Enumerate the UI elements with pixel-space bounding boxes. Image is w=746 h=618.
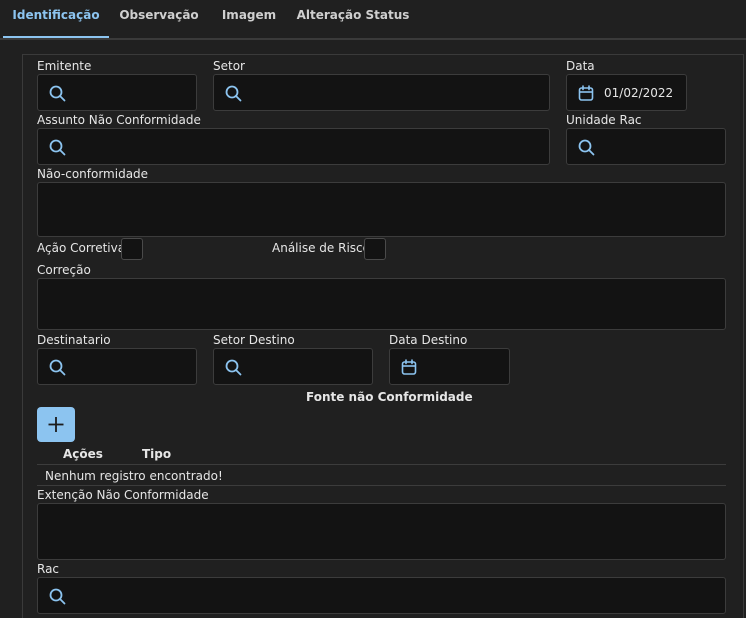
unidade-rac-field[interactable]: [566, 128, 726, 165]
setor-field[interactable]: [213, 74, 550, 111]
calendar-icon[interactable]: [577, 84, 595, 102]
fonte-title: Fonte não Conformidade: [306, 390, 473, 404]
rac-field[interactable]: [37, 577, 726, 614]
data-label: Data: [566, 59, 595, 73]
tab-alteracao-status[interactable]: Alteração Status: [296, 0, 410, 36]
data-field[interactable]: 01/02/2022: [566, 74, 687, 111]
analise-risco-label: Análise de Risco: [272, 241, 370, 255]
emitente-label: Emitente: [37, 59, 92, 73]
assunto-label: Assunto Não Conformidade: [37, 113, 201, 127]
search-icon[interactable]: [48, 84, 66, 102]
search-icon[interactable]: [577, 138, 595, 156]
column-header-tipo[interactable]: Tipo: [142, 447, 171, 461]
column-header-acoes[interactable]: Ações: [63, 447, 103, 461]
table-footer-divider: [37, 485, 726, 486]
setor-label: Setor: [213, 59, 245, 73]
setor-destino-label: Setor Destino: [213, 333, 295, 347]
data-value: 01/02/2022: [604, 85, 674, 100]
rac-label: Rac: [37, 562, 60, 576]
add-fonte-button[interactable]: [37, 407, 75, 442]
tab-imagem[interactable]: Imagem: [216, 0, 282, 36]
table-header-divider: [37, 464, 726, 465]
search-icon[interactable]: [48, 587, 66, 605]
nao-conformidade-label: Não-conformidade: [37, 167, 149, 181]
tab-observacao[interactable]: Observação: [116, 0, 202, 36]
empty-table-message: Nenhum registro encontrado!: [45, 469, 223, 483]
analise-risco-checkbox[interactable]: [364, 238, 386, 260]
search-icon[interactable]: [224, 358, 242, 376]
data-destino-field[interactable]: [389, 348, 510, 385]
tab-identificacao[interactable]: Identificação: [3, 0, 109, 38]
tab-bar: Identificação Observação Imagem Alteraçã…: [0, 0, 746, 40]
acao-corretiva-label: Ação Corretiva: [37, 241, 126, 255]
acao-corretiva-checkbox[interactable]: [121, 238, 143, 260]
plus-icon: [48, 417, 64, 432]
unidade-rac-label: Unidade Rac: [566, 113, 642, 127]
correcao-label: Correção: [37, 263, 91, 277]
destinatario-label: Destinatario: [37, 333, 111, 347]
emitente-field[interactable]: [37, 74, 197, 111]
correcao-textarea[interactable]: [37, 278, 726, 330]
search-icon[interactable]: [224, 84, 242, 102]
search-icon[interactable]: [48, 138, 66, 156]
calendar-icon[interactable]: [400, 358, 418, 376]
assunto-field[interactable]: [37, 128, 550, 165]
setor-destino-field[interactable]: [213, 348, 373, 385]
nao-conformidade-textarea[interactable]: [37, 182, 726, 237]
extencao-label: Extenção Não Conformidade: [37, 488, 209, 502]
data-destino-label: Data Destino: [389, 333, 468, 347]
search-icon[interactable]: [48, 358, 66, 376]
destinatario-field[interactable]: [37, 348, 197, 385]
extencao-textarea[interactable]: [37, 503, 726, 560]
